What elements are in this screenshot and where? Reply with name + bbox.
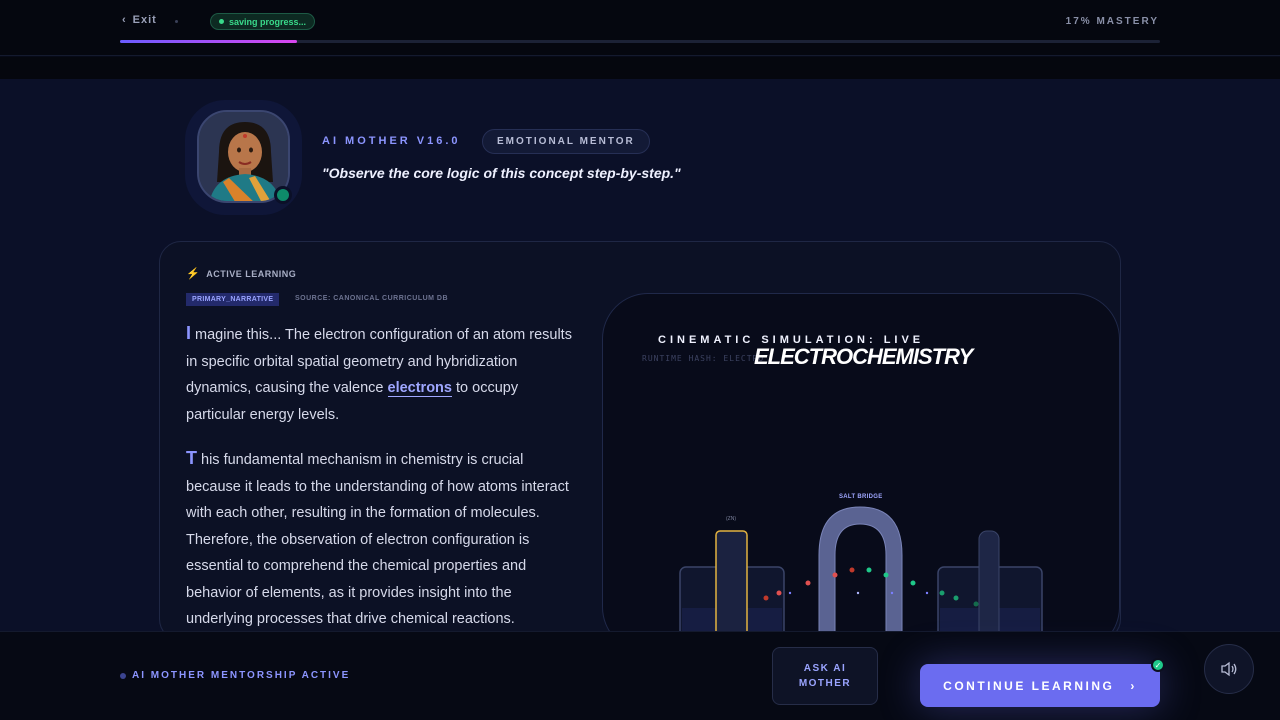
continue-label: CONTINUE LEARNING	[943, 678, 1115, 693]
drop-cap: T	[186, 448, 197, 468]
drop-cap: I	[186, 323, 192, 343]
mentorship-status-label: AI MOTHER MENTORSHIP ACTIVE	[132, 670, 351, 681]
paragraph-1: Imagine this... The electron configurati…	[186, 320, 578, 428]
ask-ai-mother-button[interactable]: ASK AI MOTHER	[772, 647, 878, 705]
saving-label: saving progress...	[229, 16, 307, 27]
separator-dot	[175, 20, 178, 23]
exit-label: Exit	[132, 14, 157, 26]
paragraph-2-text: his fundamental mechanism in chemistry i…	[186, 452, 569, 627]
paragraph-2: This fundamental mechanism in chemistry …	[186, 445, 578, 631]
active-learning-label: ⚡ ACTIVE LEARNING	[186, 267, 296, 280]
zinc-anode	[715, 530, 748, 631]
saving-badge: saving progress...	[210, 13, 316, 30]
sound-button[interactable]	[1204, 644, 1254, 694]
chevron-right-icon: ›	[1130, 678, 1137, 693]
runtime-hash: RUNTIME HASH: ELECTRO	[642, 354, 765, 363]
narrative-tag: PRIMARY_NARRATIVE	[186, 293, 280, 306]
status-dot-icon	[120, 672, 126, 679]
mastery-progress-fill	[120, 40, 297, 43]
chevron-left-icon: ‹	[122, 14, 127, 26]
mastery-progress-bar	[120, 40, 1160, 43]
electrochemical-cell-diagram	[679, 506, 1043, 631]
saving-indicator-icon	[219, 19, 224, 24]
speaker-icon	[1221, 661, 1237, 677]
copper-cathode	[978, 530, 1000, 631]
source-label: SOURCE: CANONICAL CURRICULUM DB	[295, 295, 449, 302]
continue-learning-button[interactable]: CONTINUE LEARNING ›	[920, 664, 1160, 707]
bolt-icon: ⚡	[186, 268, 201, 280]
glossary-link-electrons[interactable]: electrons	[387, 380, 452, 397]
section-label: ACTIVE LEARNING	[206, 268, 297, 279]
mentor-quote: "Observe the core logic of this concept …	[322, 165, 681, 181]
mentor-name: AI MOTHER V16.0	[322, 135, 461, 147]
mastery-label: 17% MASTERY	[1065, 16, 1159, 27]
header-band	[0, 57, 1280, 79]
online-status-icon	[274, 186, 292, 204]
exit-button[interactable]: ‹ Exit	[122, 14, 157, 26]
check-icon: ✓	[1151, 658, 1165, 672]
mentor-role-badge: EMOTIONAL MENTOR	[482, 129, 650, 154]
top-bar: ‹ Exit saving progress... 17% MASTERY	[0, 0, 1280, 56]
mentorship-status: AI MOTHER MENTORSHIP ACTIVE	[120, 670, 350, 681]
simulation-subject: ELECTROCHEMISTRY	[754, 344, 973, 369]
salt-bridge	[818, 506, 903, 631]
